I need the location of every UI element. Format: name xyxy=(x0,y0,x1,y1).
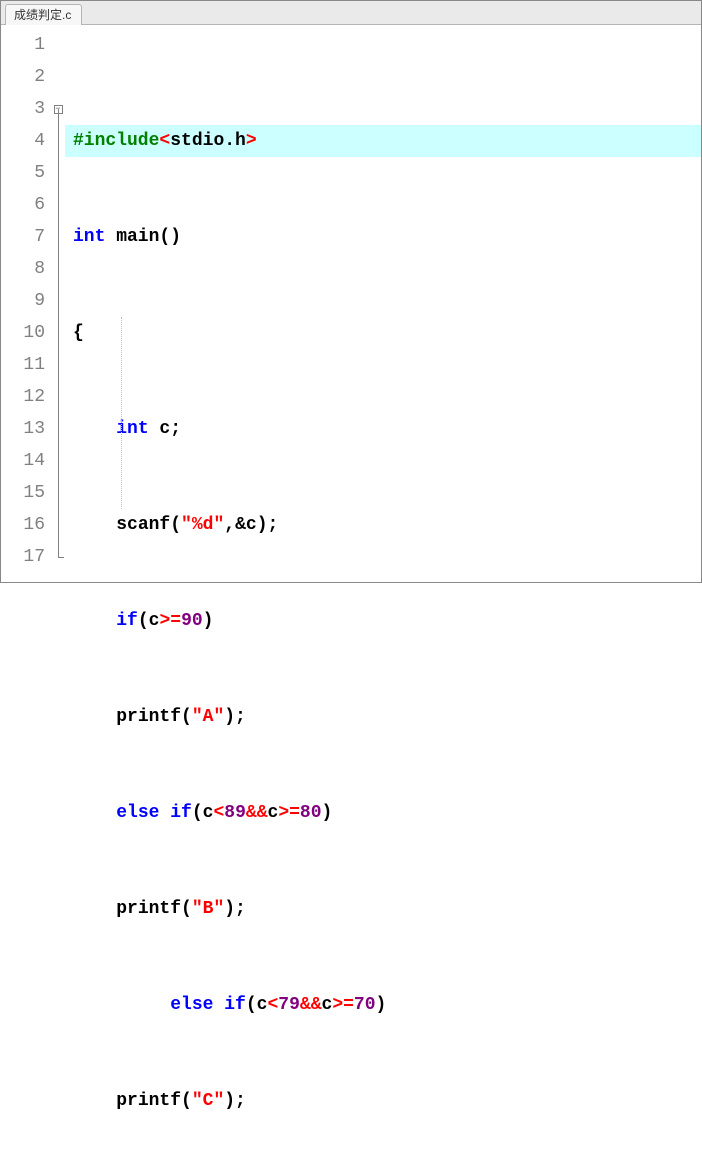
line-number[interactable]: 10 xyxy=(1,317,51,349)
line-number[interactable]: 11 xyxy=(1,349,51,381)
line-number[interactable]: 9 xyxy=(1,285,51,317)
line-number[interactable]: 6 xyxy=(1,189,51,221)
line-number[interactable]: 5 xyxy=(1,157,51,189)
line-number[interactable]: 13 xyxy=(1,413,51,445)
line-number[interactable]: 1 xyxy=(1,29,51,61)
line-number[interactable]: 17 xyxy=(1,541,51,573)
line-number[interactable]: 2 xyxy=(1,61,51,93)
fold-column: − xyxy=(51,25,65,582)
file-tab[interactable]: 成绩判定.c xyxy=(5,4,82,25)
code-line[interactable]: scanf("%d",&c); xyxy=(73,509,701,541)
code-line[interactable]: int c; xyxy=(73,413,701,445)
code-line[interactable]: else if(c<89&&c>=80) xyxy=(73,797,701,829)
editor: 1 2 3 4 5 6 7 8 9 10 11 12 13 14 15 16 1… xyxy=(1,25,701,582)
line-number[interactable]: 7 xyxy=(1,221,51,253)
fold-end-icon xyxy=(58,557,64,558)
line-number[interactable]: 3 xyxy=(1,93,51,125)
code-line[interactable]: printf("C"); xyxy=(73,1085,701,1117)
tab-bar: 成绩判定.c xyxy=(1,1,701,25)
line-number[interactable]: 15 xyxy=(1,477,51,509)
code-line[interactable]: if(c>=90) xyxy=(73,605,701,637)
code-line[interactable]: printf("A"); xyxy=(73,701,701,733)
line-number-gutter: 1 2 3 4 5 6 7 8 9 10 11 12 13 14 15 16 1… xyxy=(1,25,51,582)
code-line[interactable]: else if(c<79&&c>=70) xyxy=(73,989,701,1021)
indent-guide-icon xyxy=(121,317,122,509)
line-number[interactable]: 4 xyxy=(1,125,51,157)
code-line[interactable]: printf("B"); xyxy=(73,893,701,925)
line-number[interactable]: 14 xyxy=(1,445,51,477)
line-number[interactable]: 8 xyxy=(1,253,51,285)
code-line[interactable]: int main() xyxy=(73,221,701,253)
code-area[interactable]: #include<stdio.h> int main() { int c; sc… xyxy=(65,25,701,582)
line-number[interactable]: 12 xyxy=(1,381,51,413)
line-number[interactable]: 16 xyxy=(1,509,51,541)
code-line[interactable]: { xyxy=(73,317,701,349)
code-line[interactable]: #include<stdio.h> xyxy=(65,125,701,157)
